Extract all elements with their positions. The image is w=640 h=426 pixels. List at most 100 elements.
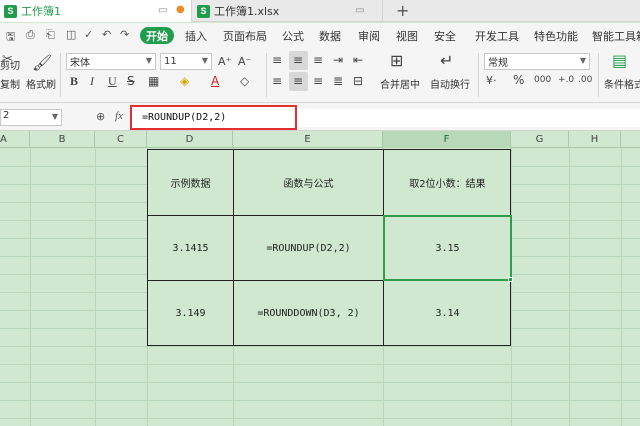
align-right-icon[interactable]: ≡ [313, 74, 323, 88]
save-icon[interactable]: 🖫 [6, 28, 15, 47]
table-header-cell[interactable]: 示例数据 [148, 150, 234, 216]
indent-icon[interactable]: ⇥ [333, 53, 343, 67]
menu-review[interactable]: 审阅 [358, 28, 380, 44]
merge-center-button[interactable]: 合并居中 [380, 76, 420, 91]
copy-button[interactable]: 复制 [0, 76, 20, 91]
column-header-F[interactable]: F [383, 131, 511, 148]
column-header-G[interactable]: G [511, 131, 569, 148]
tab-bar: S 工作簿1 ▭ ● S 工作簿1.xlsx ▭ + [0, 0, 640, 22]
table-cell[interactable]: 3.149 [148, 281, 234, 345]
grid-line [0, 346, 640, 347]
grid-line [621, 148, 622, 426]
column-header-A[interactable]: A [0, 131, 30, 148]
decrease-font-icon[interactable]: A⁻ [238, 55, 251, 68]
decrease-decimal-icon[interactable]: .00 [578, 75, 592, 85]
currency-icon[interactable]: ¥· [486, 74, 497, 87]
spellcheck-icon[interactable]: ✓ [84, 28, 93, 41]
chevron-down-icon: ▼ [579, 56, 586, 65]
table-cell[interactable]: 3.1415 [148, 216, 234, 281]
menu-start[interactable]: 开始 [140, 27, 174, 44]
align-middle-icon[interactable]: ≡ [293, 53, 303, 67]
divider [266, 53, 267, 97]
outdent-icon[interactable]: ⇤ [353, 53, 363, 67]
chevron-down-icon: ▼ [51, 112, 58, 121]
fx-button[interactable]: fx [115, 110, 123, 122]
column-headers: A B C D E F G H [0, 131, 640, 148]
menu-page-layout[interactable]: 页面布局 [223, 28, 267, 44]
column-header-H[interactable]: H [569, 131, 621, 148]
align-top-icon[interactable]: ≡ [272, 53, 282, 67]
formula-input[interactable]: =ROUNDUP(D2,2) [130, 105, 297, 130]
thousands-icon[interactable]: 000 [534, 75, 551, 85]
menu-security[interactable]: 安全 [434, 28, 456, 44]
formula-input-extension[interactable] [297, 109, 640, 127]
borders-icon[interactable]: ▦ [148, 74, 159, 88]
menu-special-features[interactable]: 特色功能 [534, 28, 578, 44]
grid-line [0, 382, 640, 383]
table-header-cell[interactable]: 取2位小数：结果 [384, 150, 511, 216]
grid-line [0, 418, 640, 419]
new-tab-plus-icon[interactable]: + [396, 1, 409, 20]
divider [598, 53, 599, 97]
export-icon[interactable]: ⎙ [26, 28, 35, 42]
font-name-select[interactable]: 宋体 ▼ [66, 53, 156, 70]
grid-line [0, 364, 640, 365]
increase-decimal-icon[interactable]: +.0 [558, 75, 574, 85]
percent-button[interactable]: % [513, 73, 524, 87]
column-header-D[interactable]: D [147, 131, 233, 148]
font-color-icon[interactable]: A [211, 74, 219, 88]
align-left-icon[interactable]: ≡ [272, 74, 282, 88]
underline-button[interactable]: U [108, 74, 117, 89]
align-bottom-icon[interactable]: ≡ [313, 53, 323, 67]
name-box[interactable]: 2 ▼ [0, 109, 62, 126]
menu-formulas[interactable]: 公式 [282, 28, 304, 44]
redo-icon[interactable]: ↷ [120, 28, 129, 41]
fill-handle[interactable] [508, 277, 513, 282]
format-painter-button[interactable]: 格式刷 [26, 76, 56, 91]
zoom-icon[interactable]: ⊕ [96, 110, 105, 123]
tab-label: 工作簿1.xlsx [214, 5, 280, 18]
strikethrough-icon[interactable]: S̶ [127, 74, 135, 88]
italic-button[interactable]: I [90, 74, 94, 89]
preview-icon[interactable]: ◫ [66, 28, 76, 41]
divider [60, 53, 61, 97]
menu-view[interactable]: 视图 [396, 28, 418, 44]
fill-color-icon[interactable]: ◈ [180, 74, 189, 88]
menu-data[interactable]: 数据 [319, 28, 341, 44]
tab-workbook-1-xlsx[interactable]: S 工作簿1.xlsx ▭ [193, 0, 383, 22]
monitor-icon[interactable]: ▭ [158, 5, 167, 16]
menu-developer[interactable]: 开发工具 [475, 28, 519, 44]
wrap-text-button[interactable]: 自动换行 [430, 76, 470, 91]
table-cell[interactable]: =ROUNDUP(D2,2) [234, 216, 384, 281]
table-header-cell[interactable]: 函数与公式 [234, 150, 384, 216]
increase-font-icon[interactable]: A⁺ [218, 55, 231, 68]
font-size-select[interactable]: 11 ▼ [160, 53, 212, 70]
menu-smart-toolbox[interactable]: 智能工具箱 [592, 28, 640, 44]
ribbon: ✂ 剪切 复制 🖌 格式刷 宋体 ▼ 11 ▼ A⁺ A⁻ B I U S̶ ▦ ◈… [0, 47, 640, 103]
formula-text: =ROUNDUP(D2,2) [142, 112, 227, 123]
conditional-format-button[interactable]: 条件格式 [604, 76, 640, 91]
name-box-value: 2 [3, 110, 10, 121]
bold-button[interactable]: B [70, 74, 78, 89]
undo-icon[interactable]: ↶ [102, 28, 111, 41]
clear-format-icon[interactable]: ◇ [240, 74, 249, 88]
conditional-format-icon[interactable]: ▤ [612, 51, 627, 70]
align-center-icon[interactable]: ≡ [293, 74, 303, 88]
cut-button[interactable]: 剪切 [0, 57, 20, 72]
column-header-C[interactable]: C [95, 131, 147, 148]
chevron-down-icon: ▼ [201, 56, 208, 65]
menu-insert[interactable]: 插入 [185, 28, 207, 44]
table-cell[interactable]: =ROUNDDOWN(D3, 2) [234, 281, 384, 345]
print-icon[interactable]: ⎗ [46, 28, 55, 42]
table-cell[interactable]: 3.14 [384, 281, 511, 345]
merge-center-icon[interactable]: ⊞ [390, 51, 403, 70]
distributed-icon[interactable]: ⊟ [353, 74, 363, 88]
column-header-E[interactable]: E [233, 131, 383, 148]
justify-icon[interactable]: ≣ [333, 74, 343, 88]
number-format-select[interactable]: 常规 ▼ [484, 53, 590, 70]
column-header-B[interactable]: B [30, 131, 95, 148]
tab-workbook-1[interactable]: S 工作簿1 ▭ ● [0, 0, 192, 22]
monitor-icon[interactable]: ▭ [355, 5, 364, 16]
format-painter-icon[interactable]: 🖌 [32, 53, 52, 72]
wrap-text-icon[interactable]: ↵ [440, 51, 453, 70]
